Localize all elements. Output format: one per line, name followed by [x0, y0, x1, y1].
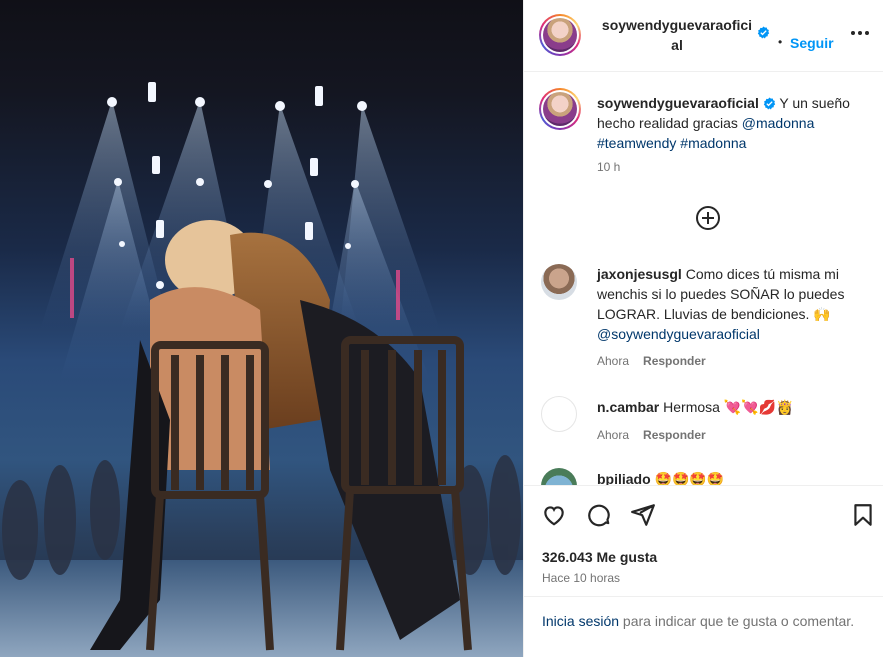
- comment-mention-link[interactable]: @soywendyguevaraoficial: [597, 326, 760, 342]
- comment-meta: Ahora Responder: [597, 354, 706, 368]
- post-header: soywendyguevaraofici al • Seguir: [524, 0, 883, 72]
- reply-button[interactable]: Responder: [643, 428, 706, 442]
- caption-timestamp: 10 h: [597, 160, 621, 174]
- commenter-username[interactable]: jaxonjesusgl: [597, 266, 682, 282]
- author-avatar[interactable]: [539, 14, 581, 56]
- save-bookmark-icon[interactable]: [850, 502, 876, 528]
- comment-text: jaxonjesusgl Como dices tú misma mi wenc…: [597, 264, 867, 344]
- verified-badge-icon: [763, 97, 775, 110]
- comment-bubble-icon[interactable]: [586, 502, 612, 528]
- login-prompt-text: para indicar que te gusta o comentar.: [619, 613, 855, 629]
- comment-time: Ahora: [597, 428, 630, 442]
- comment-meta: Ahora Responder: [597, 428, 706, 442]
- author-username[interactable]: soywendyguevaraofici al: [596, 15, 758, 55]
- load-more-comments-icon[interactable]: [695, 205, 721, 231]
- hashtag-link[interactable]: #madonna: [680, 135, 746, 151]
- author-username-line1[interactable]: soywendyguevaraofici: [596, 15, 758, 35]
- post-photo[interactable]: [0, 0, 523, 657]
- more-dots-icon[interactable]: [850, 26, 870, 40]
- comment-time: Ahora: [597, 354, 630, 368]
- commenter-avatar[interactable]: [541, 396, 577, 432]
- likes-count[interactable]: 326.043 Me gusta: [542, 549, 657, 565]
- caption-mention-link[interactable]: @madonna: [742, 115, 815, 131]
- reply-button[interactable]: Responder: [643, 354, 706, 368]
- post-time: Hace 10 horas: [542, 571, 621, 585]
- commenter-avatar[interactable]: [541, 264, 577, 300]
- verified-badge-icon: [757, 26, 770, 39]
- comment-text: n.cambar Hermosa 💘💘💋👸: [597, 397, 867, 417]
- comment-body: Hermosa 💘💘💋👸: [659, 399, 794, 415]
- caption-author-avatar[interactable]: [539, 88, 581, 130]
- caption-text: soywendyguevaraoficial Y un sueño hecho …: [597, 93, 867, 153]
- follow-button[interactable]: Seguir: [790, 35, 834, 51]
- author-username-line2[interactable]: al: [596, 35, 758, 55]
- post-panel: soywendyguevaraofici al • Seguir soywend…: [523, 0, 883, 657]
- hashtag-link[interactable]: #teamwendy: [597, 135, 676, 151]
- commenter-username[interactable]: n.cambar: [597, 399, 659, 415]
- like-heart-icon[interactable]: [541, 502, 567, 528]
- caption-author-name[interactable]: soywendyguevaraoficial: [597, 95, 759, 111]
- post-actions: 326.043 Me gusta Hace 10 horas Inicia se…: [524, 485, 883, 657]
- login-link[interactable]: Inicia sesión: [542, 613, 619, 629]
- separator-dot: •: [778, 35, 783, 49]
- concert-photo-illustration: [0, 82, 523, 657]
- login-prompt: Inicia sesión para indicar que te gusta …: [524, 596, 883, 645]
- share-send-icon[interactable]: [630, 502, 656, 528]
